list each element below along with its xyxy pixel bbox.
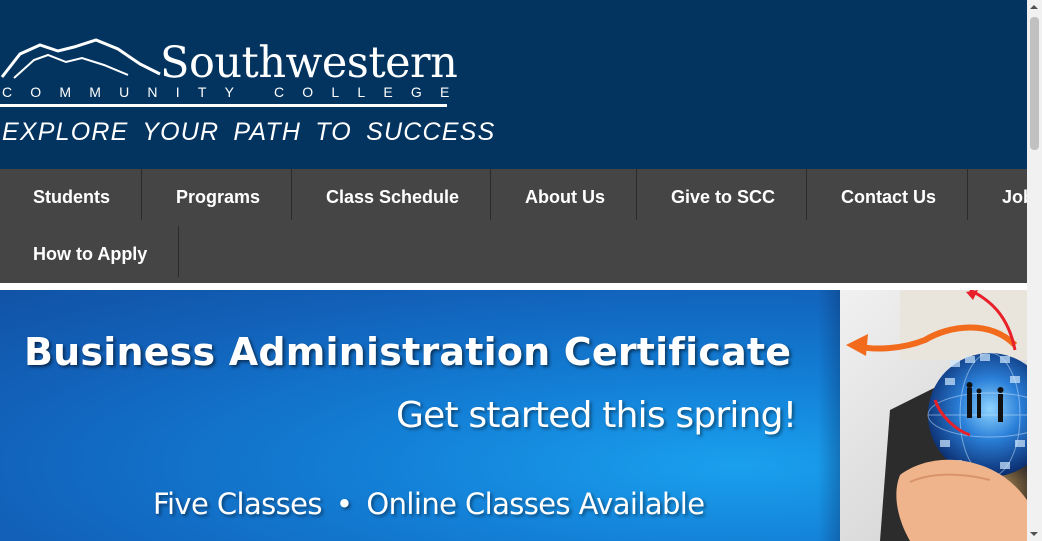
nav-divider: [178, 226, 179, 277]
nav-divider: [806, 169, 807, 220]
nav-divider: [636, 169, 637, 220]
logo-subtitle: COMMUNITY COLLEGE: [2, 84, 468, 100]
nav-item-label: Students: [33, 187, 111, 207]
nav-item-how-to-apply[interactable]: How to Apply: [33, 226, 147, 283]
nav-item-label: How to Apply: [33, 244, 148, 264]
nav-item-class-schedule[interactable]: Class Schedule: [326, 169, 459, 226]
banner-subtitle: Get started this spring!: [396, 395, 797, 436]
nav-item-label: Class Schedule: [326, 187, 460, 207]
hero-banner[interactable]: Business Administration Certificate Get …: [0, 290, 1027, 541]
banner-tagline-right: Online Classes Available: [366, 487, 705, 521]
nav-item-label: Programs: [176, 187, 261, 207]
scroll-down-button[interactable]: [1027, 526, 1042, 541]
logo-divider: [0, 104, 447, 107]
page: Southwestern COMMUNITY COLLEGE EXPLORE Y…: [0, 0, 1027, 541]
banner-edge-shade: [818, 290, 842, 541]
logo-tagline: EXPLORE YOUR PATH TO SUCCESS: [2, 118, 496, 146]
nav-item-about-us[interactable]: About Us: [525, 169, 605, 226]
logo-name: Southwestern: [160, 38, 458, 88]
nav-item-programs[interactable]: Programs: [176, 169, 260, 226]
site-header: Southwestern COMMUNITY COLLEGE EXPLORE Y…: [0, 0, 1027, 169]
nav-item-jobs[interactable]: Jobs: [1002, 169, 1027, 226]
nav-divider: [490, 169, 491, 220]
nav-item-label: Give to SCC: [671, 187, 776, 207]
banner-tagline-left: Five Classes: [153, 487, 323, 521]
chevron-up-icon: [1030, 5, 1038, 9]
banner-title: Business Administration Certificate: [24, 330, 792, 374]
scroll-thumb[interactable]: [1030, 17, 1039, 150]
scroll-up-button[interactable]: [1027, 0, 1042, 15]
nav-item-label: About Us: [525, 187, 605, 207]
header-spacer: [0, 283, 1027, 290]
college-logo[interactable]: Southwestern COMMUNITY COLLEGE EXPLORE Y…: [0, 38, 494, 150]
main-nav: Students Programs Class Schedule About U…: [0, 169, 1027, 283]
nav-divider: [967, 169, 968, 220]
nav-item-label: Contact Us: [841, 187, 937, 207]
vertical-scrollbar[interactable]: [1027, 0, 1042, 541]
banner-tagline: Five Classes • Online Classes Available: [153, 486, 705, 522]
nav-item-give-to-scc[interactable]: Give to SCC: [671, 169, 775, 226]
bullet-separator: •: [335, 487, 353, 521]
nav-item-students[interactable]: Students: [33, 169, 110, 226]
nav-item-label: Jobs: [1002, 187, 1027, 207]
globe-hand-photo: [840, 290, 1027, 541]
nav-divider: [291, 169, 292, 220]
globe-icon: [846, 290, 1027, 541]
nav-item-contact-us[interactable]: Contact Us: [841, 169, 936, 226]
chevron-down-icon: [1030, 532, 1038, 536]
nav-divider: [141, 169, 142, 220]
